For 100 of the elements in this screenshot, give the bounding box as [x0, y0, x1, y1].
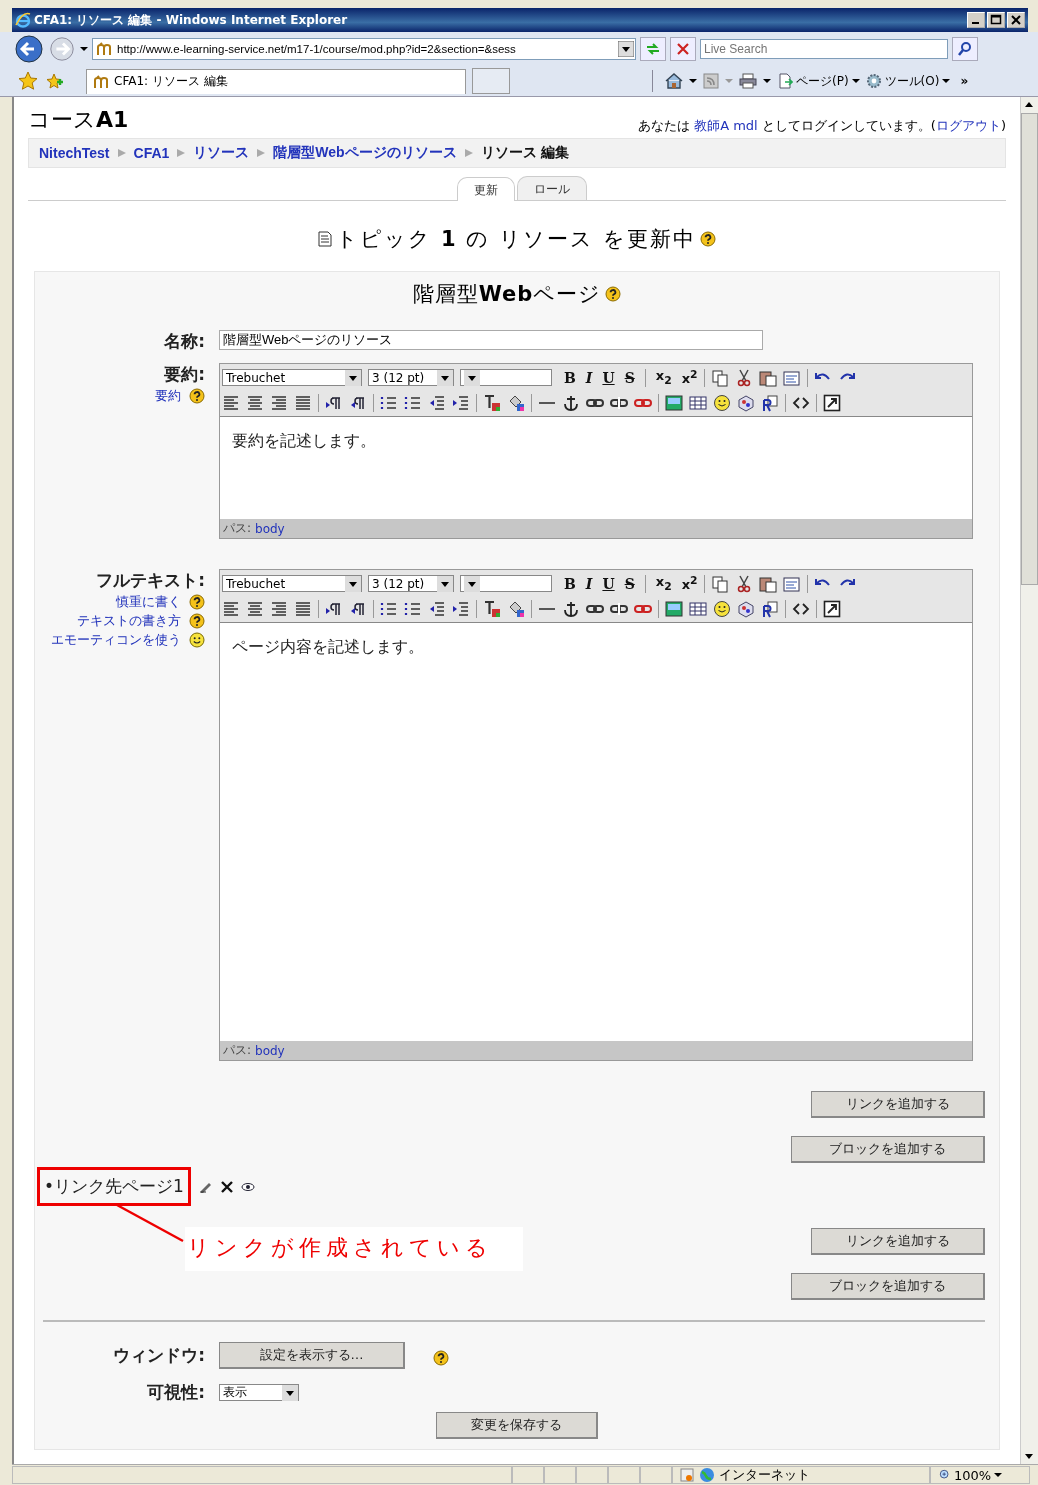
table-icon[interactable]	[689, 599, 707, 618]
align-left-icon[interactable]	[222, 599, 240, 618]
paste-icon[interactable]	[758, 574, 777, 593]
help-icon[interactable]	[189, 388, 205, 404]
refresh-icon[interactable]	[645, 41, 661, 57]
highlight-color-icon[interactable]	[507, 599, 525, 618]
scrollbar[interactable]	[1020, 97, 1038, 1464]
save-button[interactable]: 変更を保存する	[436, 1412, 598, 1439]
text-color-icon[interactable]	[483, 393, 501, 412]
name-field[interactable]: 階層型Webページのリソース	[219, 330, 763, 350]
link-item[interactable]: •リンク先ページ1	[44, 1176, 184, 1196]
align-justify-icon[interactable]	[294, 599, 312, 618]
address-field[interactable]: http://www.e-learning-service.net/m17-1/course/mod.php?id=2&section=&sess	[92, 38, 636, 60]
print-icon[interactable]	[739, 73, 757, 89]
paste-word-icon[interactable]	[782, 368, 801, 387]
add-block-button[interactable]: ブロックを追加する	[791, 1136, 985, 1163]
format-button[interactable]: B	[564, 575, 576, 592]
outdent-icon[interactable]	[428, 393, 446, 412]
star-icon[interactable]	[18, 71, 38, 91]
breadcrumb-link[interactable]: リソース	[193, 144, 250, 162]
align-right-icon[interactable]	[270, 393, 288, 412]
help-icon[interactable]	[433, 1350, 449, 1366]
search-button[interactable]	[952, 37, 978, 61]
anchor-icon[interactable]	[562, 599, 580, 618]
logout-link[interactable]: ログアウト	[935, 118, 1001, 133]
format-button[interactable]: S	[624, 575, 635, 592]
text-color-icon[interactable]	[483, 599, 501, 618]
page-menu[interactable]: ページ(P)	[777, 72, 860, 90]
breadcrumb-link[interactable]: CFA1	[133, 145, 170, 161]
caret-icon[interactable]	[689, 77, 697, 85]
path-link[interactable]: body	[255, 1043, 285, 1058]
anchor-icon[interactable]	[562, 393, 580, 412]
format-button[interactable]: B	[564, 369, 576, 386]
replace-icon[interactable]	[761, 599, 779, 618]
smiley-icon[interactable]	[189, 632, 205, 648]
visibility-select[interactable]: 表示	[219, 1384, 299, 1401]
paste-word-icon[interactable]	[782, 574, 801, 593]
indent-icon[interactable]	[452, 393, 470, 412]
caret-icon[interactable]	[763, 77, 771, 85]
add-link-button[interactable]: リンクを追加する	[811, 1228, 985, 1255]
help-link[interactable]: 慎重に書く	[116, 593, 181, 611]
replace-icon[interactable]	[761, 393, 779, 412]
paste-icon[interactable]	[758, 368, 777, 387]
align-right-icon[interactable]	[270, 599, 288, 618]
page-icon[interactable]	[777, 73, 793, 89]
help-icon[interactable]	[699, 231, 716, 247]
special-character-icon[interactable]	[737, 393, 755, 412]
format-button[interactable]: x$^{2}$	[681, 368, 698, 387]
help-icon[interactable]	[605, 286, 622, 302]
format-button[interactable]: I	[585, 369, 593, 386]
tab[interactable]: 更新	[457, 177, 515, 201]
format-button[interactable]: I	[585, 575, 593, 592]
font-select[interactable]: Trebuchet	[222, 369, 362, 386]
stop-icon[interactable]	[675, 41, 691, 57]
add-block-button[interactable]: ブロックを追加する	[791, 1273, 985, 1300]
smiley-icon[interactable]	[713, 393, 731, 412]
delete-icon[interactable]	[220, 1180, 233, 1193]
help-link[interactable]: エモーティコンを使う	[51, 631, 181, 649]
tab[interactable]: ロール	[517, 176, 587, 200]
search-icon[interactable]	[957, 41, 973, 57]
copy-icon[interactable]	[710, 574, 729, 593]
table-icon[interactable]	[689, 393, 707, 412]
browser-tab[interactable]: CFA1: リソース 編集	[86, 68, 466, 94]
caret-icon[interactable]	[80, 45, 88, 53]
image-icon[interactable]	[665, 393, 683, 412]
editor-area[interactable]: ページ内容を記述します。	[220, 623, 972, 1041]
fullscreen-icon[interactable]	[823, 599, 841, 618]
indent-icon[interactable]	[452, 599, 470, 618]
show-settings-button[interactable]: 設定を表示する…	[219, 1342, 405, 1369]
caret-icon[interactable]	[851, 77, 860, 85]
add-link-button[interactable]: リンクを追加する	[811, 1091, 985, 1118]
back-icon[interactable]	[14, 34, 44, 64]
user-link[interactable]: 教師A mdl	[694, 118, 758, 133]
caret-icon[interactable]	[994, 1471, 1003, 1479]
format-button[interactable]: x$_{2}$	[655, 368, 672, 387]
tools-menu[interactable]: ツール(O)	[865, 72, 951, 90]
size-select[interactable]: 3 (12 pt)	[368, 369, 454, 386]
align-center-icon[interactable]	[246, 599, 264, 618]
format-button[interactable]: S	[624, 369, 635, 386]
breadcrumb-link[interactable]: NitechTest	[39, 145, 110, 161]
format-button[interactable]: x$_{2}$	[655, 574, 672, 593]
align-justify-icon[interactable]	[294, 393, 312, 412]
path-link[interactable]: body	[255, 521, 285, 536]
refresh-button[interactable]	[640, 37, 666, 61]
zoom-icon[interactable]	[939, 1469, 951, 1481]
format-button[interactable]: x$^{2}$	[681, 574, 698, 593]
font-select[interactable]: Trebuchet	[222, 575, 362, 592]
home-icon[interactable]	[665, 72, 683, 90]
eye-icon[interactable]	[240, 1181, 255, 1192]
edit-icon[interactable]	[198, 1180, 213, 1193]
copy-icon[interactable]	[710, 368, 729, 387]
caret-icon[interactable]	[942, 77, 951, 85]
image-icon[interactable]	[665, 599, 683, 618]
gear-icon[interactable]	[865, 73, 882, 89]
special-character-icon[interactable]	[737, 599, 755, 618]
smiley-icon[interactable]	[713, 599, 731, 618]
format-button[interactable]: U	[602, 369, 615, 386]
more-commands-button[interactable]: »	[960, 74, 969, 88]
add-favorite-icon[interactable]	[44, 71, 64, 91]
search-field[interactable]: Live Search	[700, 39, 948, 59]
